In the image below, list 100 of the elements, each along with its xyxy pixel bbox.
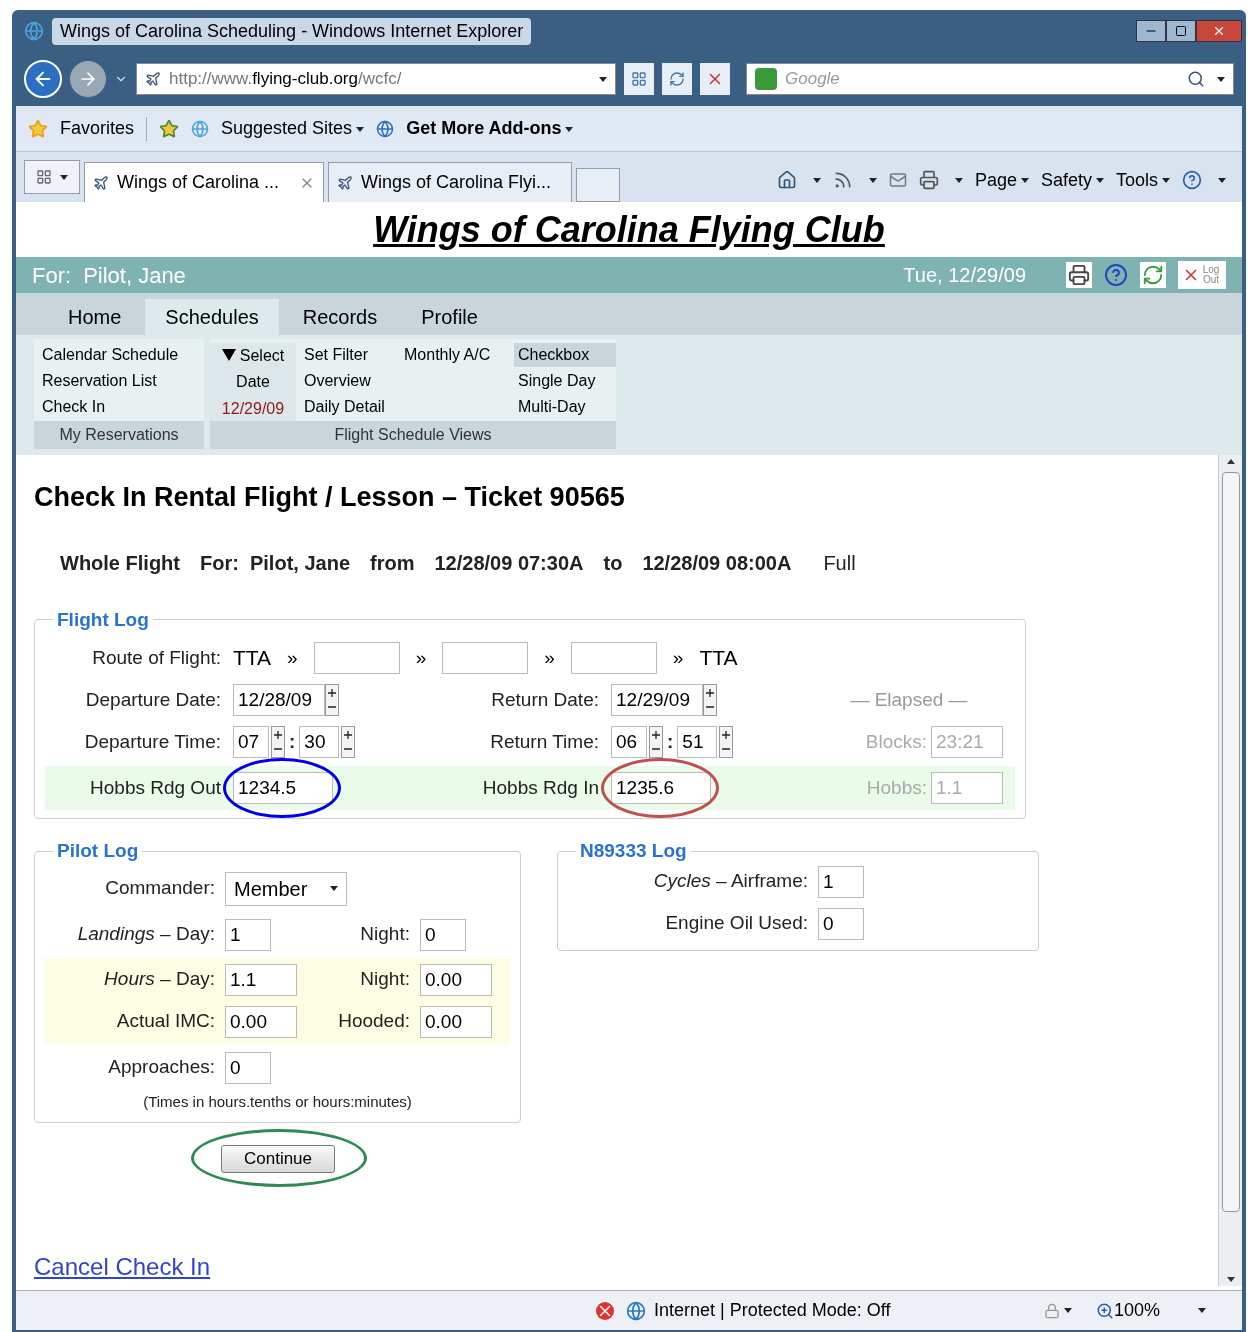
add-ons-button[interactable]: Get More Add-ons: [406, 115, 574, 142]
submenu-link[interactable]: Calendar Schedule: [42, 343, 196, 367]
dropdown-icon[interactable]: [812, 177, 821, 183]
dropdown-icon[interactable]: [954, 177, 963, 183]
compatibility-button[interactable]: [624, 63, 654, 95]
spinner-buttons[interactable]: [325, 684, 339, 716]
browser-tab[interactable]: Wings of Carolina Flyi...: [328, 162, 572, 202]
spinner-buttons[interactable]: [703, 684, 717, 716]
hour-field[interactable]: 07: [233, 726, 269, 758]
dropdown-icon[interactable]: [1064, 1308, 1072, 1313]
forward-button[interactable]: [70, 61, 106, 97]
minute-field[interactable]: 51: [677, 726, 718, 758]
hour-field[interactable]: 06: [611, 726, 647, 758]
favorites-button[interactable]: Favorites: [60, 115, 135, 142]
submenu-link[interactable]: Check In: [42, 395, 196, 419]
submenu-link[interactable]: Single Day: [514, 369, 616, 393]
field-label: Engine Oil Used:: [665, 912, 808, 934]
star-icon[interactable]: [28, 118, 48, 139]
departure-date-field[interactable]: 12/28/09: [233, 684, 325, 716]
submenu-link[interactable]: Set Filter: [304, 343, 392, 367]
actual-imc-field[interactable]: 0.00: [225, 1005, 297, 1038]
zoom-level[interactable]: 100%: [1114, 1297, 1194, 1324]
dropdown-icon[interactable]: [356, 126, 365, 132]
approaches-field[interactable]: 0: [225, 1051, 271, 1084]
dropdown-icon[interactable]: [868, 177, 877, 183]
dropdown-icon[interactable]: [1218, 177, 1226, 183]
minute-field[interactable]: 30: [299, 726, 340, 758]
dropdown-icon[interactable]: [565, 126, 574, 132]
dropdown-icon[interactable]: [1162, 178, 1170, 184]
search-icon[interactable]: [1187, 70, 1205, 88]
site-title: Wings of Carolina Flying Club: [373, 207, 885, 252]
suggested-sites-button[interactable]: Suggested Sites: [221, 115, 365, 142]
command-menu[interactable]: Page: [974, 166, 1029, 194]
cycles-field[interactable]: 1: [818, 865, 864, 898]
minimize-button[interactable]: [1136, 20, 1166, 42]
route-stop-field[interactable]: [570, 642, 657, 674]
command-menu[interactable]: Tools: [1115, 166, 1170, 194]
browser-logo-icon: [376, 119, 395, 138]
back-button[interactable]: [24, 60, 62, 98]
dropdown-icon[interactable]: [1217, 76, 1225, 82]
log-out-button[interactable]: Log Out: [1178, 261, 1226, 289]
dropdown-icon[interactable]: [330, 886, 338, 891]
hours-day-field[interactable]: 1.1: [225, 963, 297, 996]
address-field[interactable]: http://www.flying-club.org/wcfc/: [136, 63, 616, 95]
home-icon[interactable]: [776, 170, 797, 190]
help-icon[interactable]: [1182, 170, 1202, 190]
grid-icon: [36, 169, 52, 185]
hooded-field[interactable]: 0.00: [420, 1005, 492, 1038]
print-icon[interactable]: [918, 170, 939, 190]
commander-dropdown[interactable]: Member: [225, 871, 347, 906]
browser-logo-icon: [24, 21, 44, 41]
nav-tab[interactable]: Records: [282, 299, 398, 335]
landings-day-field[interactable]: 1: [225, 918, 271, 951]
nav-tab[interactable]: Schedules: [145, 299, 279, 335]
maximize-button[interactable]: [1166, 20, 1196, 42]
spinner-buttons[interactable]: [341, 726, 356, 758]
submenu-link[interactable]: Overview: [304, 369, 392, 393]
spinner-buttons[interactable]: [649, 726, 663, 758]
dropdown-icon[interactable]: [60, 174, 68, 180]
quick-tabs-button[interactable]: [24, 160, 80, 194]
return-date-field[interactable]: 12/29/09: [611, 684, 703, 716]
nav-tab[interactable]: Home: [48, 299, 142, 335]
submenu-link[interactable]: Multi-Day: [514, 395, 616, 419]
print-icon[interactable]: [1066, 262, 1092, 288]
route-stop-field[interactable]: [442, 642, 529, 674]
zoom-icon[interactable]: [1096, 1301, 1114, 1320]
dropdown-icon[interactable]: [599, 76, 607, 82]
refresh-icon[interactable]: [1140, 262, 1166, 288]
scrollbar[interactable]: [1218, 455, 1242, 1286]
route-stop-field[interactable]: [313, 642, 400, 674]
field-label: :: [667, 729, 674, 754]
spinner-buttons[interactable]: [271, 726, 285, 758]
dropdown-icon[interactable]: [1095, 178, 1104, 184]
refresh-button[interactable]: [662, 63, 692, 95]
command-menu[interactable]: Safety: [1040, 166, 1104, 194]
close-button[interactable]: [1196, 20, 1242, 42]
submenu-link[interactable]: Checkbox: [514, 343, 616, 367]
refresh-icon: [669, 71, 685, 87]
nav-tab[interactable]: Profile: [401, 299, 498, 335]
browser-tab[interactable]: Wings of Carolina ...: [84, 162, 324, 202]
engine-oil-field[interactable]: 0: [818, 907, 864, 940]
cancel-check-in-link[interactable]: Cancel Check In: [34, 1252, 211, 1280]
dropdown-icon[interactable]: [1198, 1308, 1206, 1313]
add-favorite-icon[interactable]: [159, 118, 180, 139]
help-icon[interactable]: [1104, 263, 1128, 287]
mail-icon[interactable]: [888, 171, 907, 189]
submenu-link[interactable]: Daily Detail: [304, 395, 392, 419]
dropdown-icon[interactable]: [1020, 178, 1029, 184]
blocked-content-icon[interactable]: [596, 1301, 614, 1320]
hours-night-field[interactable]: 0.00: [420, 963, 492, 996]
grid-icon: [631, 71, 647, 87]
continue-button[interactable]: Continue: [221, 1144, 335, 1173]
submenu-link[interactable]: Monthly A/C: [404, 346, 491, 363]
hobbs-out-field[interactable]: 1234.5: [233, 772, 333, 804]
spinner-buttons[interactable]: [719, 726, 734, 758]
stop-button[interactable]: [700, 63, 730, 95]
submenu-link[interactable]: Reservation List: [42, 369, 196, 393]
select-date-button[interactable]: Select Date: [221, 343, 285, 395]
landings-night-field[interactable]: 0: [420, 918, 466, 951]
hobbs-in-field[interactable]: 1235.6: [611, 772, 711, 804]
